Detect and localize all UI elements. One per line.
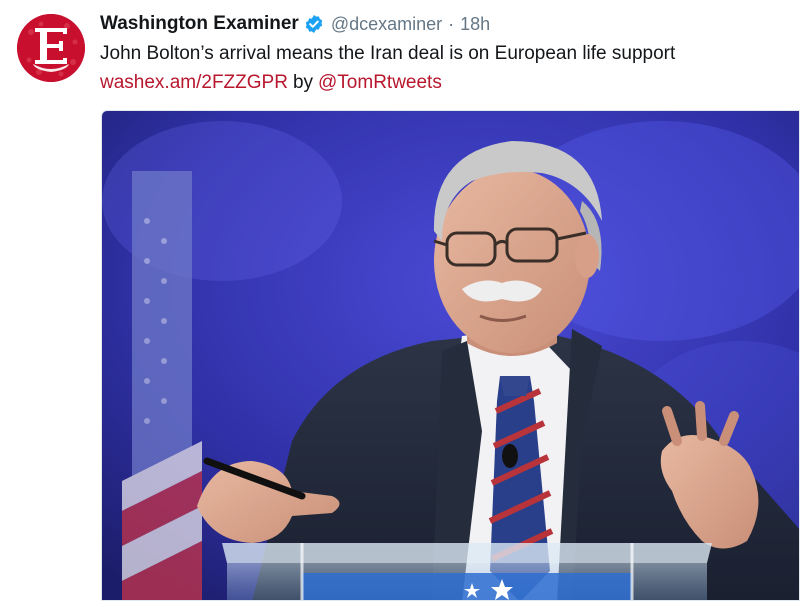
by-label: by xyxy=(292,72,314,93)
account-name[interactable]: Washington Examiner xyxy=(100,13,299,35)
avatar[interactable] xyxy=(17,14,85,82)
tweet-photo[interactable] xyxy=(101,110,800,601)
tweet-text: John Bolton’s arrival means the Iran dea… xyxy=(100,43,676,64)
tweet-timestamp[interactable]: 18h xyxy=(460,14,490,35)
washington-examiner-logo-icon xyxy=(17,14,85,82)
author-mention-link[interactable]: @TomRtweets xyxy=(318,72,442,93)
article-link[interactable]: washex.am/2FZZGPR xyxy=(100,72,288,93)
account-handle[interactable]: @dcexaminer xyxy=(331,14,442,35)
separator-dot: · xyxy=(448,13,455,34)
tweet-header: Washington Examiner @dcexaminer · 18h xyxy=(100,11,490,37)
tweet-links-line: washex.am/2FZZGPR by @TomRtweets xyxy=(100,70,442,96)
verified-badge-icon xyxy=(304,14,324,34)
speaker-photo xyxy=(102,111,799,600)
